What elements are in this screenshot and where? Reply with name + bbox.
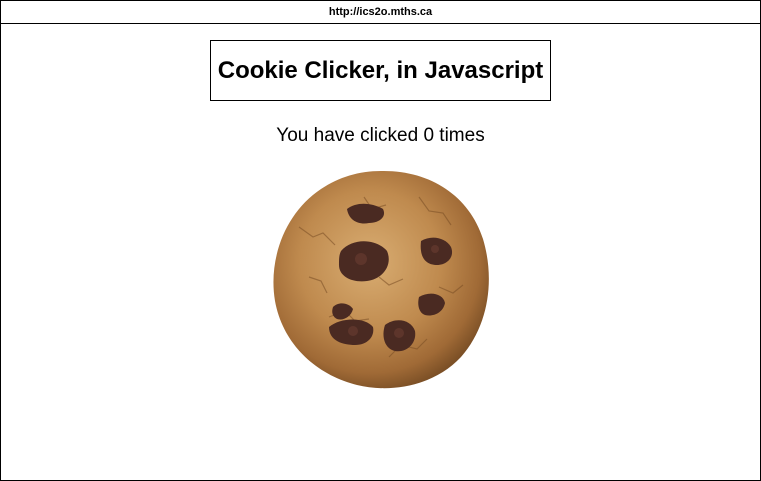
title-box: Cookie Clicker, in Javascript: [210, 40, 551, 101]
url-bar: http://ics2o.mths.ca: [1, 1, 760, 24]
cookie-icon[interactable]: [269, 167, 493, 391]
click-counter: You have clicked 0 times: [276, 125, 485, 146]
page-title: Cookie Clicker, in Javascript: [217, 56, 544, 84]
browser-window: http://ics2o.mths.ca Cookie Clicker, in …: [0, 0, 761, 481]
